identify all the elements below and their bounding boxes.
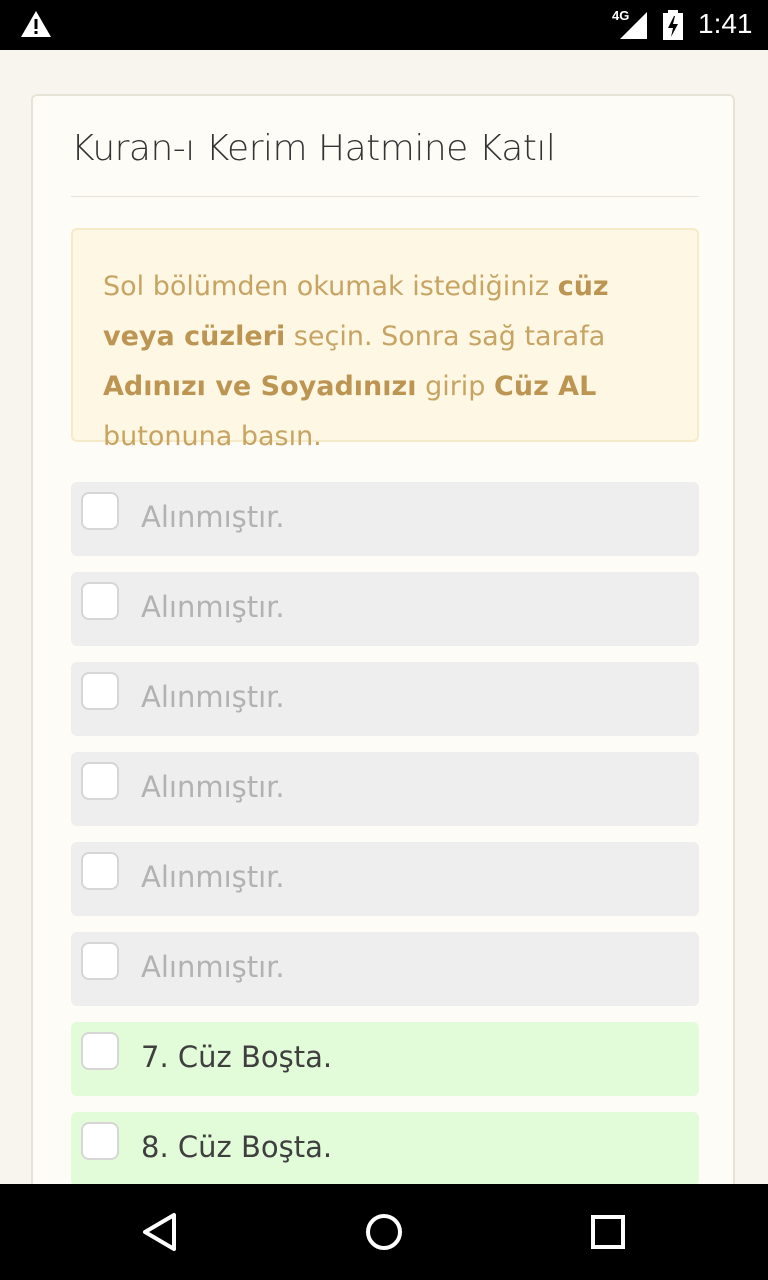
navigation-bar (0, 1184, 768, 1280)
juz-label: Alınmıştır. (141, 860, 285, 894)
juz-label: Alınmıştır. (141, 770, 285, 804)
juz-row-1[interactable]: Alınmıştır. (71, 482, 699, 556)
info-text-4: butonuna basın. (103, 421, 322, 452)
info-text-2: seçin. Sonra sağ tarafa (285, 321, 606, 352)
juz-checkbox[interactable] (81, 672, 119, 710)
signal-icon (620, 12, 647, 39)
juz-row-3[interactable]: Alınmıştır. (71, 662, 699, 736)
card-title: Kuran-ı Kerim Hatmine Katıl (71, 128, 556, 169)
title-divider (71, 196, 699, 197)
juz-label: Alınmıştır. (141, 500, 285, 534)
join-khatm-card: Kuran-ı Kerim Hatmine Katıl Sol bölümden… (31, 94, 735, 1184)
juz-row-7[interactable]: 7. Cüz Boşta. (71, 1022, 699, 1096)
recents-icon[interactable] (586, 1210, 630, 1254)
page-content: Kuran-ı Kerim Hatmine Katıl Sol bölümden… (0, 50, 768, 1184)
juz-checkbox[interactable] (81, 1032, 119, 1070)
info-text-1: Sol bölümden okumak istediğiniz (103, 271, 558, 302)
juz-checkbox[interactable] (81, 492, 119, 530)
juz-checkbox[interactable] (81, 762, 119, 800)
juz-row-6[interactable]: Alınmıştır. (71, 932, 699, 1006)
home-icon[interactable] (362, 1210, 406, 1254)
juz-row-4[interactable]: Alınmıştır. (71, 752, 699, 826)
juz-row-2[interactable]: Alınmıştır. (71, 572, 699, 646)
juz-row-8[interactable]: 8. Cüz Boşta. (71, 1112, 699, 1184)
info-text-3: girip (416, 371, 495, 402)
juz-checkbox[interactable] (81, 852, 119, 890)
info-bold-3: Cüz AL (494, 371, 597, 402)
warning-icon (21, 11, 51, 37)
juz-label: Alınmıştır. (141, 590, 285, 624)
clock: 1:41 (698, 8, 753, 39)
juz-label: 8. Cüz Boşta. (141, 1130, 333, 1164)
juz-checkbox[interactable] (81, 582, 119, 620)
juz-label: Alınmıştır. (141, 680, 285, 714)
status-bar: 4G 1:41 (0, 0, 768, 50)
instructions-box: Sol bölümden okumak istediğiniz cüz veya… (71, 228, 699, 452)
juz-checkbox[interactable] (81, 1122, 119, 1160)
back-icon[interactable] (138, 1210, 182, 1254)
juz-checkbox[interactable] (81, 942, 119, 980)
juz-label: 7. Cüz Boşta. (141, 1040, 333, 1074)
juz-row-5[interactable]: Alınmıştır. (71, 842, 699, 916)
info-bold-2: Adınızı ve Soyadınızı (103, 371, 417, 402)
juz-label: Alınmıştır. (141, 950, 285, 984)
battery-charging-icon (663, 10, 683, 40)
